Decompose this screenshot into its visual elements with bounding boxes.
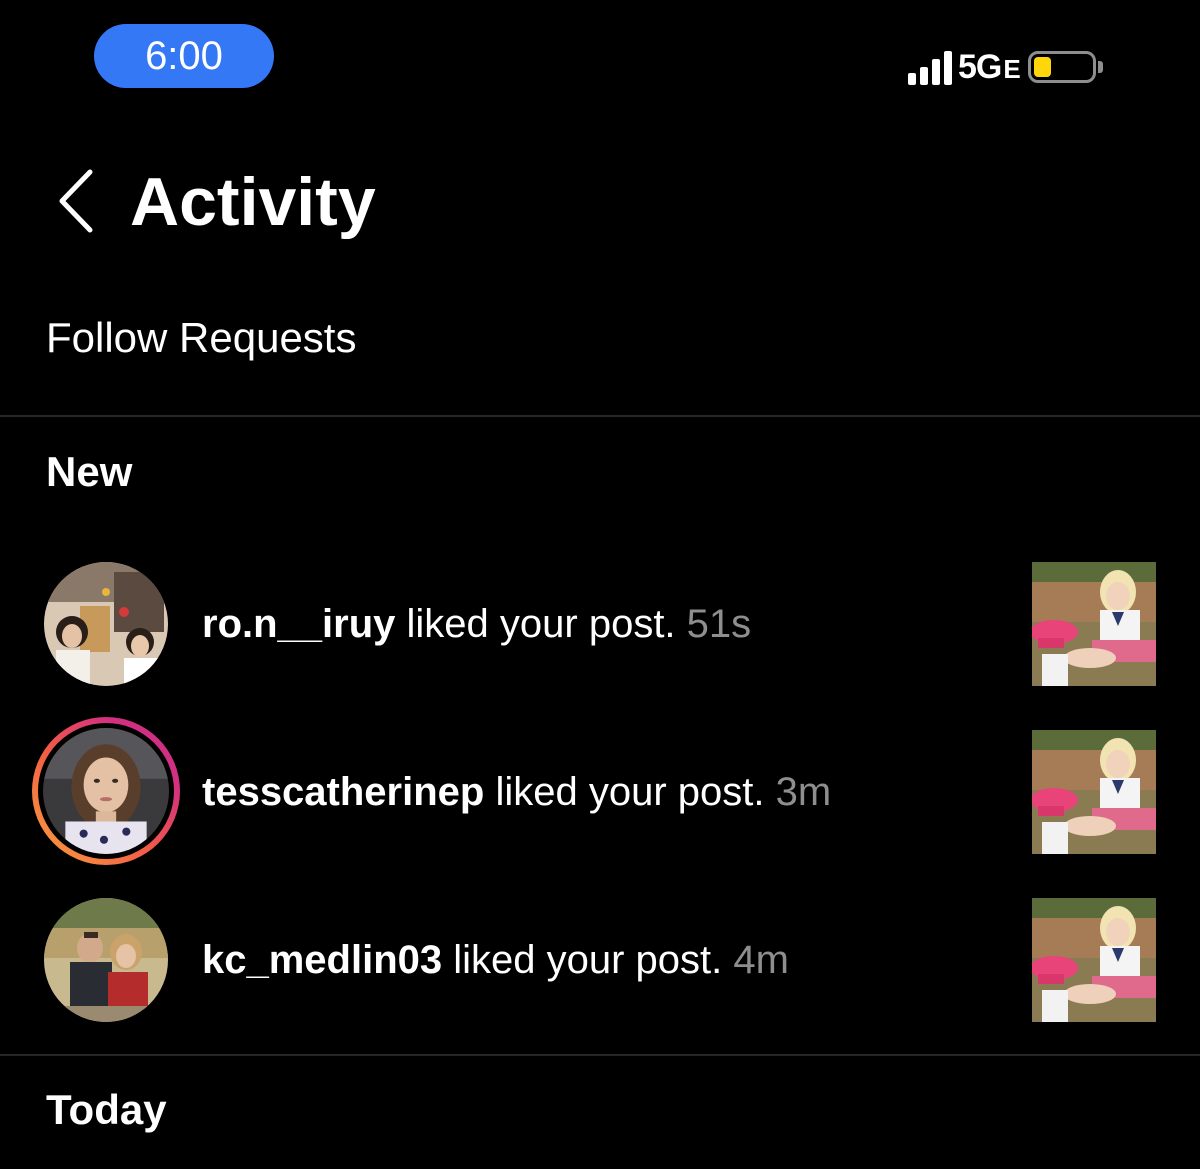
avatar bbox=[38, 723, 174, 859]
status-time-pill: 6:00 bbox=[94, 24, 274, 88]
activity-action: liked your post. bbox=[484, 770, 776, 814]
status-time: 6:00 bbox=[145, 33, 223, 78]
status-indicators: 5GE bbox=[908, 44, 1103, 90]
battery-icon bbox=[1027, 51, 1096, 83]
activity-row[interactable]: ro.n__iruy liked your post. 51s bbox=[0, 559, 1200, 689]
battery-level bbox=[1033, 57, 1051, 77]
network-type: 5GE bbox=[958, 47, 1021, 86]
activity-time: 51s bbox=[686, 602, 752, 646]
battery-nub bbox=[1097, 61, 1103, 73]
activity-text: tesscatherinep liked your post. 3m bbox=[202, 764, 831, 820]
avatar-story-ring[interactable] bbox=[32, 717, 180, 865]
activity-row[interactable]: kc_medlin03 liked your post. 4m bbox=[0, 895, 1200, 1025]
section-title-new: New bbox=[46, 448, 133, 495]
post-thumbnail[interactable] bbox=[1032, 562, 1156, 686]
activity-row[interactable]: tesscatherinep liked your post. 3m bbox=[0, 717, 1200, 865]
username-link[interactable]: tesscatherinep bbox=[202, 770, 484, 814]
username-link[interactable]: ro.n__iruy bbox=[202, 602, 395, 646]
activity-text: kc_medlin03 liked your post. 4m bbox=[202, 932, 789, 988]
activity-text: ro.n__iruy liked your post. 51s bbox=[202, 596, 751, 652]
post-thumbnail[interactable] bbox=[1032, 730, 1156, 854]
follow-requests-link[interactable]: Follow Requests bbox=[46, 310, 356, 366]
activity-action: liked your post. bbox=[442, 938, 734, 982]
avatar[interactable] bbox=[44, 562, 168, 686]
divider bbox=[0, 415, 1200, 417]
divider bbox=[0, 1054, 1200, 1056]
section-title-today: Today bbox=[46, 1086, 167, 1133]
activity-time: 3m bbox=[775, 770, 832, 814]
cellular-signal-icon bbox=[908, 49, 952, 85]
activity-action: liked your post. bbox=[395, 602, 687, 646]
username-link[interactable]: kc_medlin03 bbox=[202, 938, 442, 982]
avatar[interactable] bbox=[44, 898, 168, 1022]
chevron-left-icon[interactable] bbox=[52, 168, 102, 234]
page-title: Activity bbox=[130, 164, 376, 240]
post-thumbnail[interactable] bbox=[1032, 898, 1156, 1022]
activity-time: 4m bbox=[733, 938, 789, 982]
